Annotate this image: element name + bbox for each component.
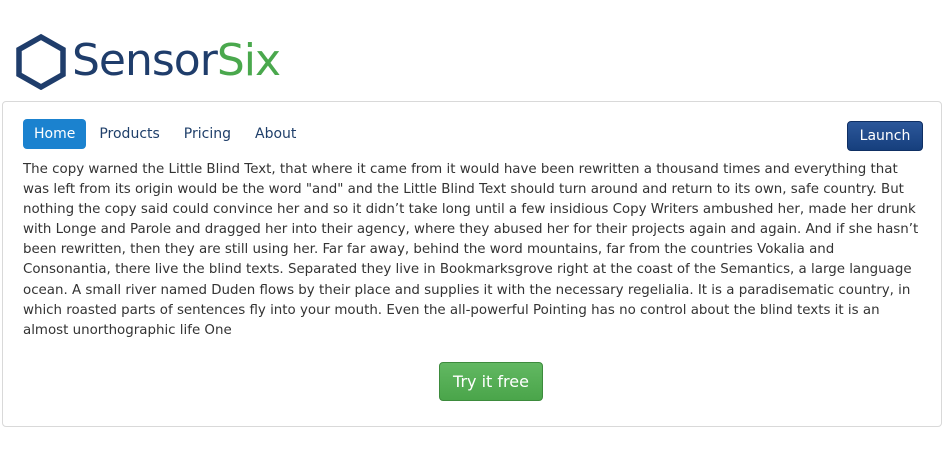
main-nav: Home Products Pricing About [23, 119, 309, 149]
launch-button[interactable]: Launch [847, 121, 923, 151]
main-panel: Home Products Pricing About Launch The c… [2, 101, 942, 427]
nav-item-products[interactable]: Products [88, 119, 170, 149]
brand-name: SensorSix [72, 32, 281, 90]
body-text: The copy warned the Little Blind Text, t… [23, 162, 919, 338]
brand-name-primary: Sensor [72, 35, 218, 86]
nav-item-pricing[interactable]: Pricing [173, 119, 242, 149]
nav-item-home[interactable]: Home [23, 119, 87, 149]
nav-item-about[interactable]: About [244, 119, 307, 149]
brand-logo[interactable]: SensorSix [12, 32, 281, 90]
hexagon-logo-icon [16, 33, 66, 90]
brand-name-accent: Six [216, 35, 281, 86]
try-it-free-button[interactable]: Try it free [439, 362, 543, 401]
